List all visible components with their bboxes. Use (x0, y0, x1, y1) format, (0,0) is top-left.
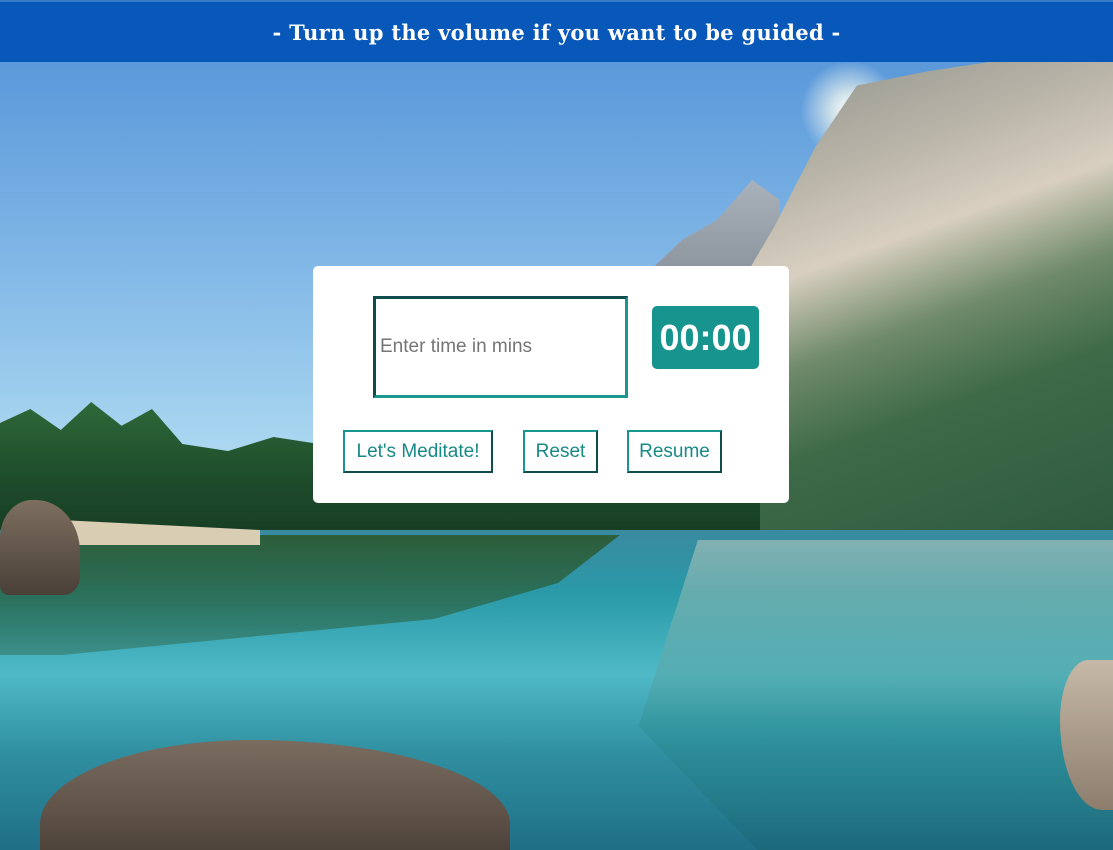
banner-text: - Turn up the volume if you want to be g… (272, 19, 841, 45)
reset-button[interactable]: Reset (523, 430, 598, 473)
timer-display: 00:00 (652, 306, 759, 369)
header-banner: - Turn up the volume if you want to be g… (0, 0, 1113, 62)
page: - Turn up the volume if you want to be g… (0, 0, 1113, 850)
resume-button[interactable]: Resume (627, 430, 722, 473)
time-input[interactable] (373, 296, 628, 398)
meditate-button[interactable]: Let's Meditate! (343, 430, 493, 473)
timer-card: 00:00 Let's Meditate! Reset Resume (313, 266, 789, 503)
